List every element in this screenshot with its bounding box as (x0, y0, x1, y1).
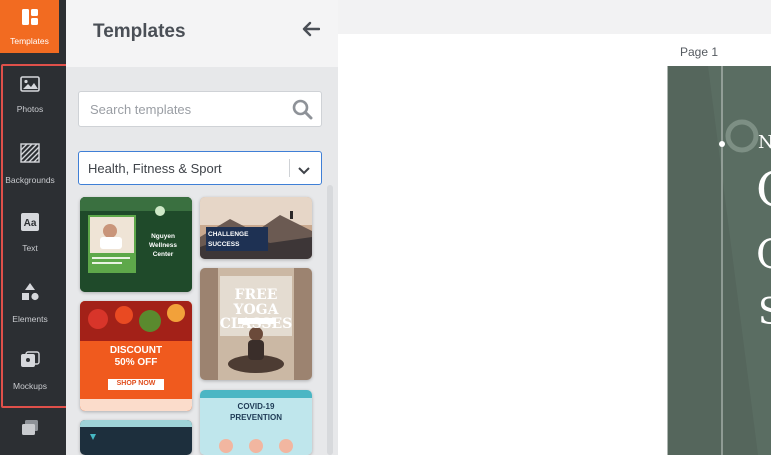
search-placeholder: Search templates (90, 102, 192, 117)
yoga-line-3: CLASSES (219, 316, 293, 333)
template-card-wellness[interactable]: Nguyen Wellness Center (80, 197, 192, 292)
layers-icon[interactable] (20, 419, 40, 442)
search-icon[interactable] (292, 99, 313, 125)
chevron-down-icon[interactable] (298, 162, 310, 180)
page-label: Page 1 (680, 45, 719, 59)
editor-app: Templates Photos Backgrounds Aa Text Ele… (0, 0, 771, 455)
design-page[interactable]: N C C S (667, 66, 771, 455)
template-card-covid[interactable]: COVID-19 PREVENTION (200, 390, 312, 455)
select-divider (289, 159, 290, 177)
challenge-artwork (200, 197, 312, 259)
template-card-yoga[interactable]: FREE YOGA CLASSES (200, 268, 312, 380)
collapse-panel-button[interactable] (299, 20, 323, 42)
yoga-line-1: FREE (234, 287, 278, 303)
page-glyph-3: C (756, 232, 771, 278)
template-card-discount[interactable]: DISCOUNT 50% OFF SHOP NOW (80, 301, 192, 411)
category-value: Health, Fitness & Sport (88, 161, 222, 176)
panel-scrollbar[interactable] (327, 185, 333, 455)
rail-item-label: Templates (10, 35, 49, 46)
wellness-title: Nguyen Wellness Center (148, 233, 178, 258)
template-card-partial[interactable] (80, 420, 192, 455)
discount-line-1: DISCOUNT (109, 345, 163, 356)
category-select[interactable]: Health, Fitness & Sport (78, 151, 322, 185)
template-card-challenge[interactable]: CHALLENGE SUCCESS (200, 197, 312, 259)
canvas-toolbar-area (338, 0, 771, 34)
page-glyph-4: S (758, 292, 771, 333)
covid-artwork (200, 390, 312, 455)
page-glyph-1: N (758, 132, 771, 153)
panel-header: Templates (66, 0, 338, 67)
covid-line-1: COVID-19 (237, 402, 275, 411)
yoga-line-2: YOGA (233, 301, 279, 318)
discount-artwork (80, 301, 192, 411)
covid-line-2: PREVENTION (229, 413, 282, 422)
challenge-title: CHALLENGE SUCCESS (208, 231, 249, 248)
page-glyph-2: C (756, 162, 771, 218)
left-rail: Templates Photos Backgrounds Aa Text Ele… (0, 0, 69, 455)
arrow-left-icon (302, 21, 321, 42)
rail-selection-highlight (1, 64, 69, 408)
rail-item-templates[interactable]: Templates (0, 0, 59, 53)
templates-icon (21, 8, 39, 31)
search-input[interactable]: Search templates (78, 91, 322, 127)
templates-panel: Templates Search templates Health, Fitne… (66, 0, 338, 455)
discount-button: SHOP NOW (116, 380, 156, 387)
partial-artwork (80, 420, 192, 455)
yoga-title: FREE YOGA CLASSES (210, 288, 302, 332)
discount-line-2: 50% OFF (114, 357, 158, 368)
panel-title: Templates (93, 21, 186, 42)
